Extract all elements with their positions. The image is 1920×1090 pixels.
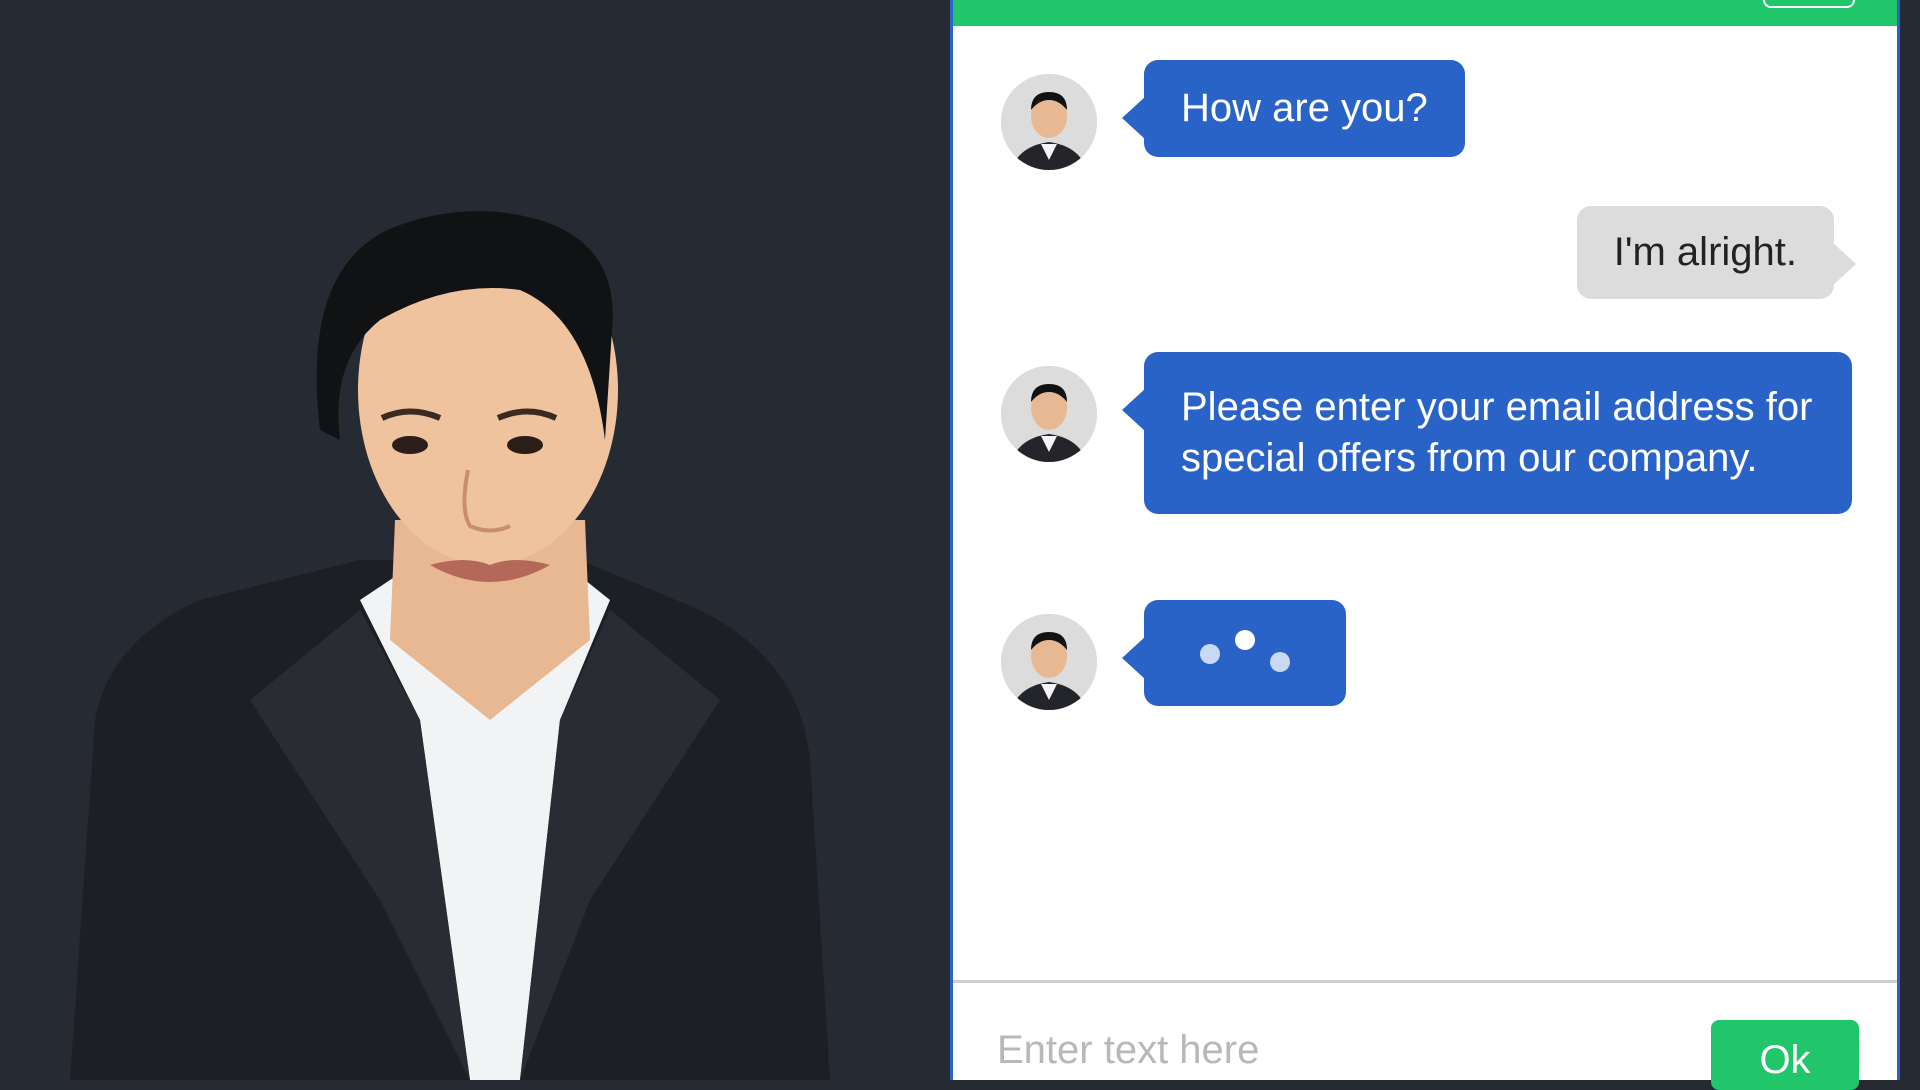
header-button[interactable] [1763,0,1855,8]
typing-dot-icon [1270,652,1290,672]
input-divider [953,980,1897,983]
bot-message-bubble: How are you? [1122,60,1465,157]
message-text: How are you? [1181,86,1428,130]
woman-portrait-image [70,211,830,1080]
typing-dot-icon [1200,644,1220,664]
chat-panel: How are you? I'm alright. Please enter y… [950,0,1900,1090]
typing-indicator-icon [1122,600,1346,706]
agent-avatar-icon [1001,74,1097,170]
typing-dot-icon [1235,630,1255,650]
message-text: Please enter your email address for spec… [1181,385,1813,480]
agent-avatar-icon [1001,614,1097,710]
bot-message-bubble: Please enter your email address for spec… [1122,352,1852,514]
user-message-bubble: I'm alright. [1576,206,1857,299]
message-input[interactable] [995,1020,1595,1080]
chat-header [953,0,1897,26]
agent-avatar-icon [1001,366,1097,462]
hero-portrait [0,0,950,1080]
message-text: I'm alright. [1613,230,1797,274]
